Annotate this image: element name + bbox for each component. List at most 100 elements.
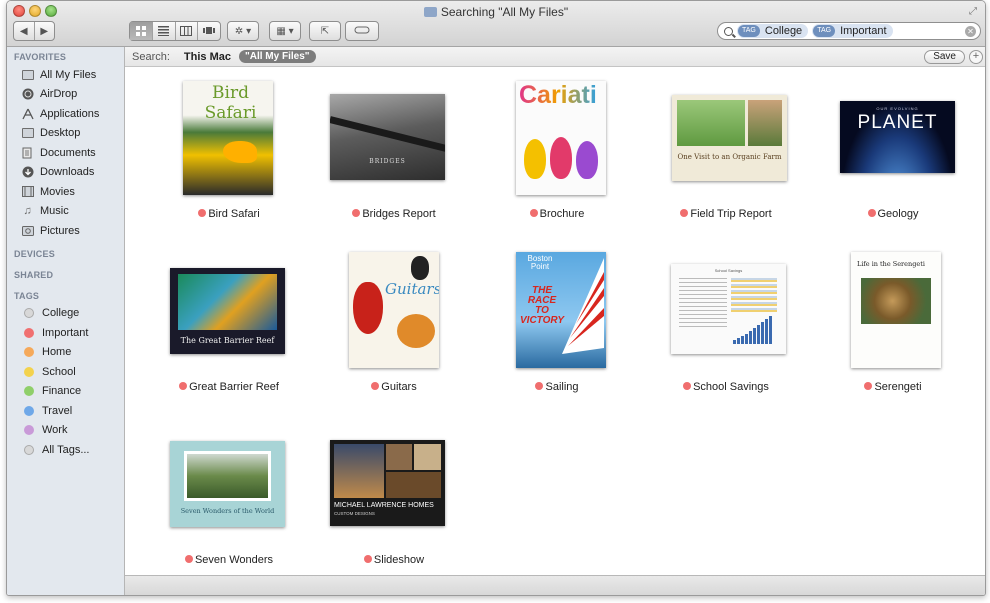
tag-color-dot xyxy=(24,347,34,358)
file-label: Bird Safari xyxy=(154,208,304,220)
thumbnail-title: PLANET xyxy=(857,112,938,133)
sidebar-tag-label: Home xyxy=(42,346,72,359)
search-field[interactable]: TAG College TAG Important ✕ xyxy=(717,22,981,40)
file-name: Seven Wonders xyxy=(194,554,274,566)
sidebar-item-airdrop[interactable]: AirDrop xyxy=(7,85,124,105)
scope-all-my-files[interactable]: "All My Files" xyxy=(239,50,316,63)
file-label: Field Trip Report xyxy=(651,208,801,220)
thumbnail-title: THE RACE TO VICTORY xyxy=(520,285,565,326)
file-thumbnail: The Great Barrier Reef xyxy=(170,268,285,354)
arrange-grid-icon: ▦ ▾ xyxy=(276,25,294,37)
clear-search-icon[interactable]: ✕ xyxy=(965,26,976,37)
file-item-field-trip-report[interactable]: One Visit to an Organic Farm Field Trip … xyxy=(651,77,801,227)
search-token-college[interactable]: TAG College xyxy=(737,24,809,38)
sidebar-item-desktop[interactable]: Desktop xyxy=(7,124,124,144)
tag-color-dot xyxy=(24,308,34,319)
file-label: Seven Wonders xyxy=(154,554,304,566)
colored-table-shape xyxy=(731,278,777,312)
sidebar: FAVORITES All My Files AirDrop Applicati… xyxy=(7,47,125,595)
arrange-menu-button[interactable]: ▦ ▾ xyxy=(269,21,301,41)
add-criteria-button[interactable]: + xyxy=(969,50,983,64)
file-thumbnail: Life in the Serengeti xyxy=(851,252,941,368)
airdrop-icon xyxy=(21,88,34,100)
sidebar-heading-shared[interactable]: SHARED xyxy=(7,270,124,280)
save-search-button[interactable]: Save xyxy=(924,50,965,64)
file-item-school-savings[interactable]: School Savings School Savings xyxy=(651,250,801,400)
sidebar-tag-travel[interactable]: Travel xyxy=(7,401,124,421)
sidebar-item-movies[interactable]: Movies xyxy=(7,182,124,202)
important-tag-dot xyxy=(371,382,380,390)
file-label: Great Barrier Reef xyxy=(154,381,304,393)
sidebar-heading-tags[interactable]: TAGS xyxy=(7,291,124,301)
sidebar-tag-important[interactable]: Important xyxy=(7,323,124,343)
acoustic-guitar-shape xyxy=(397,314,435,348)
tag-color-dot xyxy=(24,405,34,416)
file-thumbnail: Cariati xyxy=(516,81,606,195)
sidebar-tag-work[interactable]: Work xyxy=(7,421,124,441)
important-tag-dot xyxy=(352,209,361,217)
token-tag-badge: TAG xyxy=(738,25,760,37)
token-tag-badge: TAG xyxy=(813,25,836,37)
scope-this-mac[interactable]: This Mac xyxy=(184,51,231,63)
house-photo-3 xyxy=(414,444,441,470)
sidebar-tag-label: Finance xyxy=(42,385,82,398)
file-item-great-barrier-reef[interactable]: The Great Barrier Reef Great Barrier Ree… xyxy=(154,250,304,400)
important-tag-dot xyxy=(529,209,538,217)
sidebar-item-label: AirDrop xyxy=(40,88,78,101)
file-thumbnail: Guitars xyxy=(349,252,439,368)
machu-picchu-photo-shape xyxy=(184,451,271,501)
file-item-geology[interactable]: OUR EVOLVING PLANET Geology xyxy=(818,77,968,227)
thumbnail-title: MICHAEL LAWRENCE HOMES xyxy=(334,502,434,509)
file-item-brochure[interactable]: Cariati Brochure xyxy=(482,77,632,227)
file-item-bird-safari[interactable]: Bird Safari Bird Safari xyxy=(154,77,304,227)
file-label: Bridges Report xyxy=(319,208,469,220)
column-view-icon[interactable] xyxy=(176,22,199,40)
tag-color-dot xyxy=(24,425,34,436)
file-item-guitars[interactable]: Guitars Guitars xyxy=(319,250,469,400)
file-name: Sailing xyxy=(545,381,579,393)
file-name: Field Trip Report xyxy=(690,208,772,220)
fullscreen-icon[interactable]: ⤢ xyxy=(969,6,977,17)
sidebar-heading-devices[interactable]: DEVICES xyxy=(7,249,124,259)
file-name: School Savings xyxy=(693,381,769,393)
sidebar-tag-school[interactable]: School xyxy=(7,362,124,382)
tag-color-dot xyxy=(24,327,34,338)
important-tag-dot xyxy=(864,382,873,390)
sidebar-item-all-my-files[interactable]: All My Files xyxy=(7,65,124,85)
file-name: Slideshow xyxy=(373,554,425,566)
icon-view-icon[interactable] xyxy=(130,22,153,40)
file-name: Brochure xyxy=(539,208,585,220)
list-view-icon[interactable] xyxy=(153,22,176,40)
back-arrow-icon[interactable]: ◀ xyxy=(14,22,35,40)
vase-red-shape xyxy=(550,137,572,179)
sidebar-tag-all-tags[interactable]: All Tags... xyxy=(7,440,124,460)
sidebar-item-label: Movies xyxy=(40,185,75,198)
share-button[interactable]: ⇱ xyxy=(309,21,341,41)
desktop-icon xyxy=(21,127,34,139)
file-label: Serengeti xyxy=(818,381,968,393)
tags-button[interactable] xyxy=(345,21,379,41)
action-menu-button[interactable]: ✲ ▾ xyxy=(227,21,259,41)
sidebar-tag-home[interactable]: Home xyxy=(7,343,124,363)
file-name: Guitars xyxy=(381,381,417,393)
sidebar-item-applications[interactable]: Applications xyxy=(7,104,124,124)
sidebar-item-documents[interactable]: Documents xyxy=(7,143,124,163)
sidebar-item-music[interactable]: ♫ Music xyxy=(7,202,124,222)
file-label: Geology xyxy=(818,208,968,220)
search-token-important[interactable]: TAG Important xyxy=(812,24,893,38)
sidebar-tag-college[interactable]: College xyxy=(7,304,124,324)
file-item-bridges-report[interactable]: BRIDGES Bridges Report xyxy=(319,77,469,227)
file-thumbnail: Seven Wonders of the World xyxy=(170,441,285,527)
sidebar-tag-finance[interactable]: Finance xyxy=(7,382,124,402)
sidebar-item-pictures[interactable]: Pictures xyxy=(7,221,124,241)
sidebar-item-label: Applications xyxy=(40,107,100,120)
coverflow-view-icon[interactable] xyxy=(198,22,220,40)
sidebar-tag-label: College xyxy=(42,307,80,320)
file-item-serengeti[interactable]: Life in the Serengeti Serengeti xyxy=(818,250,968,400)
file-item-slideshow[interactable]: MICHAEL LAWRENCE HOMES CUSTOM DESIGNS Sl… xyxy=(319,423,469,573)
forward-arrow-icon[interactable]: ▶ xyxy=(35,22,55,40)
file-item-sailing[interactable]: Boston Point THE RACE TO VICTORY Sailing xyxy=(482,250,632,400)
file-label: Slideshow xyxy=(319,554,469,566)
sidebar-item-downloads[interactable]: Downloads xyxy=(7,163,124,183)
file-item-seven-wonders[interactable]: Seven Wonders of the World Seven Wonders xyxy=(154,423,304,573)
